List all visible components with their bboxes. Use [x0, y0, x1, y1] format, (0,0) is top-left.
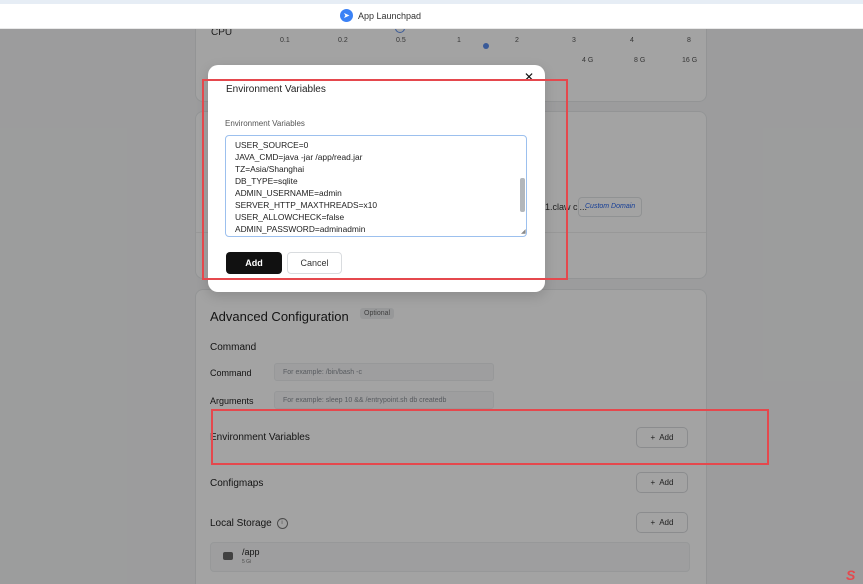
top-bar: ➤ App Launchpad	[0, 0, 863, 29]
rocket-icon: ➤	[340, 9, 353, 22]
highlight-box-env-section	[211, 409, 769, 465]
app-launchpad-tab[interactable]: ➤ App Launchpad	[340, 9, 421, 22]
watermark-logo: S	[846, 567, 856, 583]
app-launchpad-label: App Launchpad	[358, 10, 422, 21]
highlight-box-modal	[202, 79, 568, 280]
